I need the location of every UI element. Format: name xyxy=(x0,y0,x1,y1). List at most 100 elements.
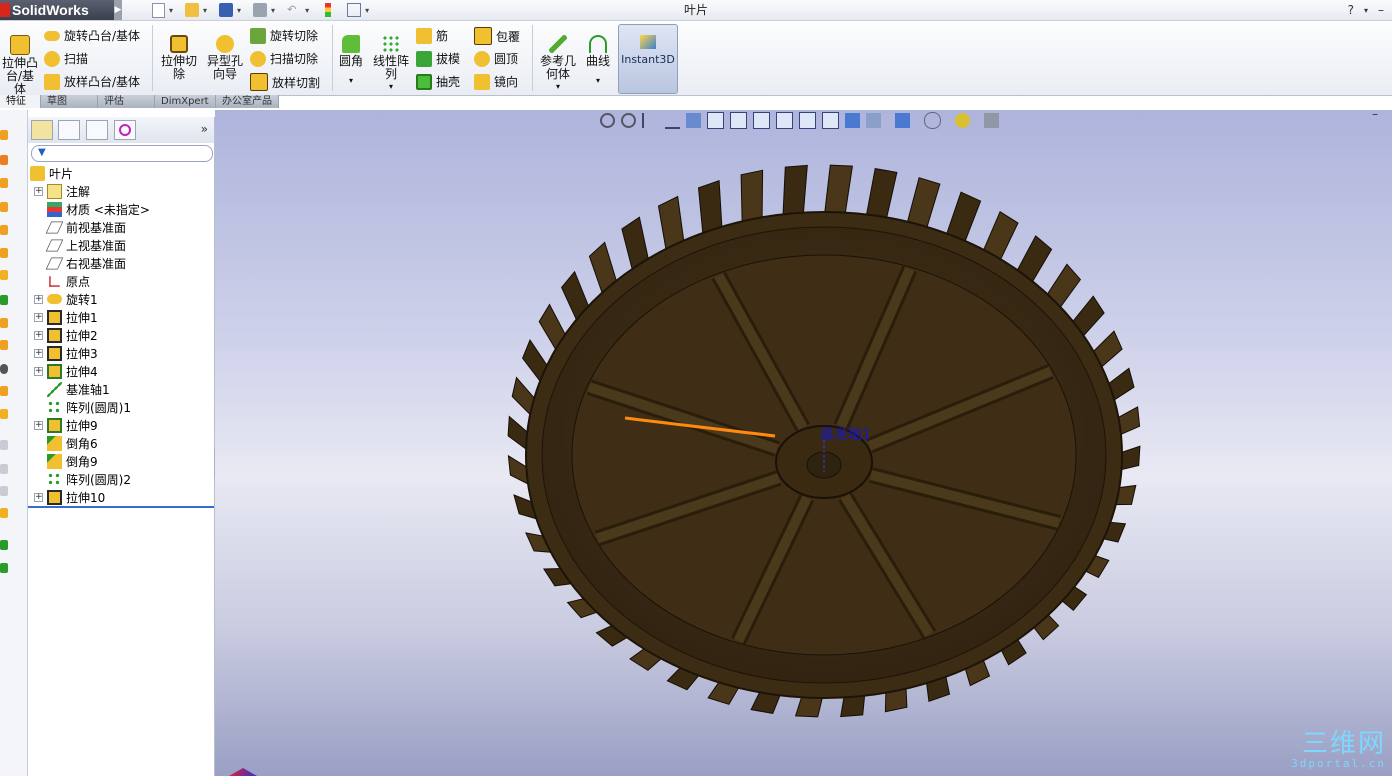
expand-icon[interactable]: + xyxy=(34,312,43,322)
hole-wizard-button[interactable]: 异型孔向导 xyxy=(204,35,246,81)
tree-item[interactable]: + 旋转1 xyxy=(34,290,98,308)
tree-item[interactable]: + 拉伸3 xyxy=(34,344,98,362)
rib-button[interactable]: 筋 xyxy=(416,27,448,44)
undo-icon[interactable]: ↶ xyxy=(287,3,301,17)
tree-item[interactable]: + 注解 xyxy=(34,182,90,200)
tree-item[interactable]: + 拉伸2 xyxy=(34,326,98,344)
tree-item[interactable]: + 拉伸9 xyxy=(34,416,98,434)
revolve-boss-button[interactable]: 旋转凸台/基体 xyxy=(44,27,140,44)
tool-icon[interactable] xyxy=(0,130,8,140)
new-file-icon[interactable] xyxy=(152,2,165,18)
tree-item-label: 拉伸4 xyxy=(66,364,98,379)
tab-office-products[interactable]: 办公室产品 xyxy=(216,95,279,108)
loft-boss-button[interactable]: 放样凸台/基体 xyxy=(44,73,140,90)
fillet-button[interactable]: 圆角 ▾ xyxy=(336,35,366,87)
model-render xyxy=(507,164,1141,718)
tree-item[interactable]: 倒角9 xyxy=(34,452,98,470)
tree-item[interactable]: 材质 <未指定> xyxy=(34,200,150,218)
expand-icon[interactable]: + xyxy=(34,294,43,304)
tree-item[interactable]: 阵列(圆周)2 xyxy=(34,470,131,488)
print-icon[interactable] xyxy=(253,3,268,17)
tree-item[interactable]: + 拉伸10 xyxy=(34,488,105,506)
collapse-panel-icon[interactable]: » xyxy=(201,122,208,136)
expand-icon[interactable]: + xyxy=(34,492,43,502)
wrap-label: 包覆 xyxy=(496,29,521,44)
feature-tree-tab[interactable] xyxy=(31,120,53,140)
dimxpert-manager-tab[interactable] xyxy=(114,120,136,140)
tool-icon[interactable] xyxy=(0,202,8,212)
save-icon[interactable] xyxy=(219,3,234,17)
tree-root[interactable]: 叶片 xyxy=(30,164,73,182)
tool-icon[interactable] xyxy=(0,340,8,350)
options-icon[interactable] xyxy=(347,3,362,17)
tree-item[interactable]: 原点 xyxy=(34,272,90,290)
rebuild-icon[interactable] xyxy=(325,3,332,17)
tool-icon[interactable] xyxy=(0,563,8,573)
dome-button[interactable]: 圆顶 xyxy=(474,50,518,67)
curves-dropdown-icon[interactable]: ▾ xyxy=(582,74,614,87)
datum-axis-label[interactable]: 基准轴1 xyxy=(820,424,871,444)
pattern-icon xyxy=(47,399,62,415)
sweep-button[interactable]: 扫描 xyxy=(44,50,88,67)
tree-filter-input[interactable]: ▼ xyxy=(31,145,213,162)
tree-item[interactable]: + 拉伸1 xyxy=(34,308,98,326)
tree-item[interactable]: 阵列(圆周)1 xyxy=(34,398,131,416)
tool-icon[interactable] xyxy=(0,270,8,280)
sweep-cut-button[interactable]: 扫描切除 xyxy=(250,50,318,67)
fillet-dropdown-icon[interactable]: ▾ xyxy=(336,74,366,87)
expand-icon[interactable]: + xyxy=(34,420,43,430)
tool-icon[interactable] xyxy=(0,508,8,518)
curves-button[interactable]: 曲线 ▾ xyxy=(582,35,614,87)
tab-sketch[interactable]: 草图 xyxy=(41,95,98,108)
mirror-button[interactable]: 镜向 xyxy=(474,73,518,90)
expand-icon[interactable]: + xyxy=(34,366,43,376)
reference-geometry-button[interactable]: 参考几何体 ▾ xyxy=(536,35,580,93)
pattern-dropdown-icon[interactable]: ▾ xyxy=(370,80,412,93)
extrude-cut-button[interactable]: 拉伸切除 xyxy=(158,35,200,81)
tool-icon[interactable] xyxy=(0,440,8,450)
tree-item-label: 拉伸9 xyxy=(66,418,98,433)
ref-geometry-dropdown-icon[interactable]: ▾ xyxy=(536,80,580,93)
help-icon[interactable]: ? xyxy=(1348,3,1354,17)
tab-dimxpert[interactable]: DimXpert xyxy=(155,95,216,108)
tree-item[interactable]: 前视基准面 xyxy=(34,218,126,236)
shell-button[interactable]: 抽壳 xyxy=(416,73,460,90)
graphics-area[interactable]: – 基准轴1 三维网 3dportal.cn xyxy=(215,110,1392,776)
draft-button[interactable]: 拔模 xyxy=(416,50,460,67)
expand-icon[interactable]: + xyxy=(34,330,43,340)
tool-icon[interactable] xyxy=(0,464,8,474)
tree-item[interactable]: 上视基准面 xyxy=(34,236,126,254)
tool-icon[interactable] xyxy=(0,364,8,374)
tool-icon[interactable] xyxy=(0,178,8,188)
instant3d-button[interactable]: Instant3D xyxy=(618,24,678,94)
tree-item[interactable]: 右视基准面 xyxy=(34,254,126,272)
tool-icon[interactable] xyxy=(0,486,8,496)
tool-icon[interactable] xyxy=(0,155,8,165)
linear-pattern-button[interactable]: 线性阵列 ▾ xyxy=(370,35,412,93)
tool-icon[interactable] xyxy=(0,248,8,258)
reference-geometry-icon xyxy=(549,35,567,53)
tool-icon[interactable] xyxy=(0,409,8,419)
tree-item[interactable]: 基准轴1 xyxy=(34,380,110,398)
tab-features[interactable]: 特征 xyxy=(0,95,41,108)
expand-icon[interactable]: + xyxy=(34,348,43,358)
expand-icon[interactable]: + xyxy=(34,186,43,196)
revolve-cut-button[interactable]: 旋转切除 xyxy=(250,27,318,44)
tool-icon[interactable] xyxy=(0,386,8,396)
rib-icon xyxy=(416,27,432,44)
minimize-button[interactable]: – xyxy=(1378,3,1384,17)
tool-icon[interactable] xyxy=(0,295,8,305)
tool-icon[interactable] xyxy=(0,225,8,235)
loft-cut-button[interactable]: 放样切割 xyxy=(250,73,320,91)
tool-icon[interactable] xyxy=(0,318,8,328)
tree-item[interactable]: 倒角6 xyxy=(34,434,98,452)
tab-evaluate[interactable]: 评估 xyxy=(98,95,155,108)
open-file-icon[interactable] xyxy=(185,3,200,17)
tool-icon[interactable] xyxy=(0,540,8,550)
wrap-button[interactable]: 包覆 xyxy=(474,27,520,45)
extrude-boss-button[interactable]: 拉伸凸台/基体 xyxy=(0,35,40,96)
rollback-bar[interactable] xyxy=(28,506,214,508)
configuration-manager-tab[interactable] xyxy=(86,120,108,140)
property-manager-tab[interactable] xyxy=(58,120,80,140)
tree-item[interactable]: + 拉伸4 xyxy=(34,362,98,380)
